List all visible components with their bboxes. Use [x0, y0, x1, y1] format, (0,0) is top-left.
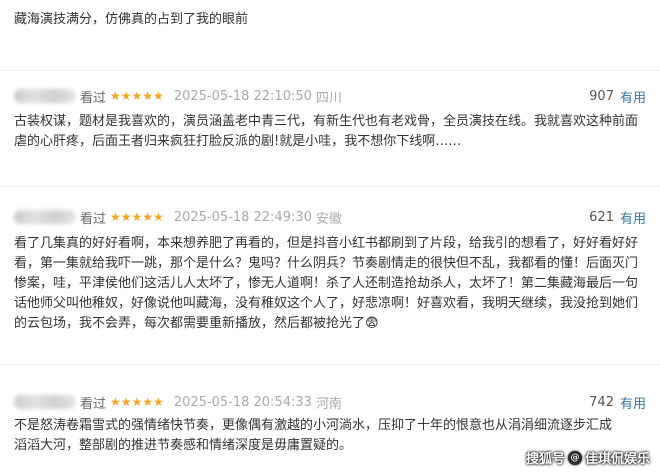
review-content: 古装权谋，题材是我喜欢的，演员涵盖老中青三代，有新生代也有老戏骨，全员演技在线。… [14, 114, 639, 149]
sohu-watermark: 搜狐号 @ 佳琪侃娱乐 [526, 448, 650, 467]
review-date: 2025-05-18 22:10:50 [173, 88, 312, 104]
useful-button[interactable]: 有用 [620, 87, 646, 106]
review-location: 安徽 [315, 211, 342, 227]
vote-area: 742 有用 [589, 392, 646, 412]
divider [0, 364, 660, 365]
vote-area: 621 有用 [589, 207, 646, 227]
review-meta: 看过 ★★★★★ 2025-05-18 22:10:50 四川 [14, 86, 342, 106]
vote-count: 621 [589, 209, 614, 225]
vote-area: 907 有用 [589, 86, 646, 106]
rating-stars: ★★★★★ [110, 210, 164, 224]
review-date: 2025-05-18 20:54:33 [173, 394, 312, 410]
review-content: 看了几集真的好好看啊，本来想养肥了再看的，但是抖音小红书都刷到了片段，给我引的想… [14, 236, 639, 331]
divider [0, 70, 660, 71]
vote-count: 742 [589, 394, 614, 410]
review-date: 2025-05-18 22:49:30 [173, 209, 312, 225]
review-location: 河南 [315, 396, 342, 412]
watermark-author: 佳琪侃娱乐 [584, 452, 650, 467]
watched-status: 看过 [80, 90, 107, 106]
watermark-prefix: 搜狐号 [525, 452, 565, 467]
blurred-username [14, 210, 76, 224]
useful-button[interactable]: 有用 [620, 208, 646, 227]
divider [0, 186, 660, 187]
rating-stars: ★★★★★ [110, 89, 164, 103]
blurred-username [14, 89, 76, 103]
review-meta: 看过 ★★★★★ 2025-05-18 22:49:30 安徽 [14, 207, 342, 227]
review-meta: 看过 ★★★★★ 2025-05-18 20:54:33 河南 [14, 392, 342, 412]
vote-count: 907 [589, 88, 614, 104]
watched-status: 看过 [80, 211, 107, 227]
watched-status: 看过 [80, 396, 107, 412]
rating-stars: ★★★★★ [110, 395, 164, 409]
useful-button[interactable]: 有用 [620, 393, 646, 412]
at-icon: @ [567, 450, 582, 465]
review-location: 四川 [315, 90, 342, 106]
blurred-username [14, 395, 76, 409]
top-comment-snippet: 藏海演技满分，仿佛真的占到了我的眼前 [14, 12, 249, 27]
